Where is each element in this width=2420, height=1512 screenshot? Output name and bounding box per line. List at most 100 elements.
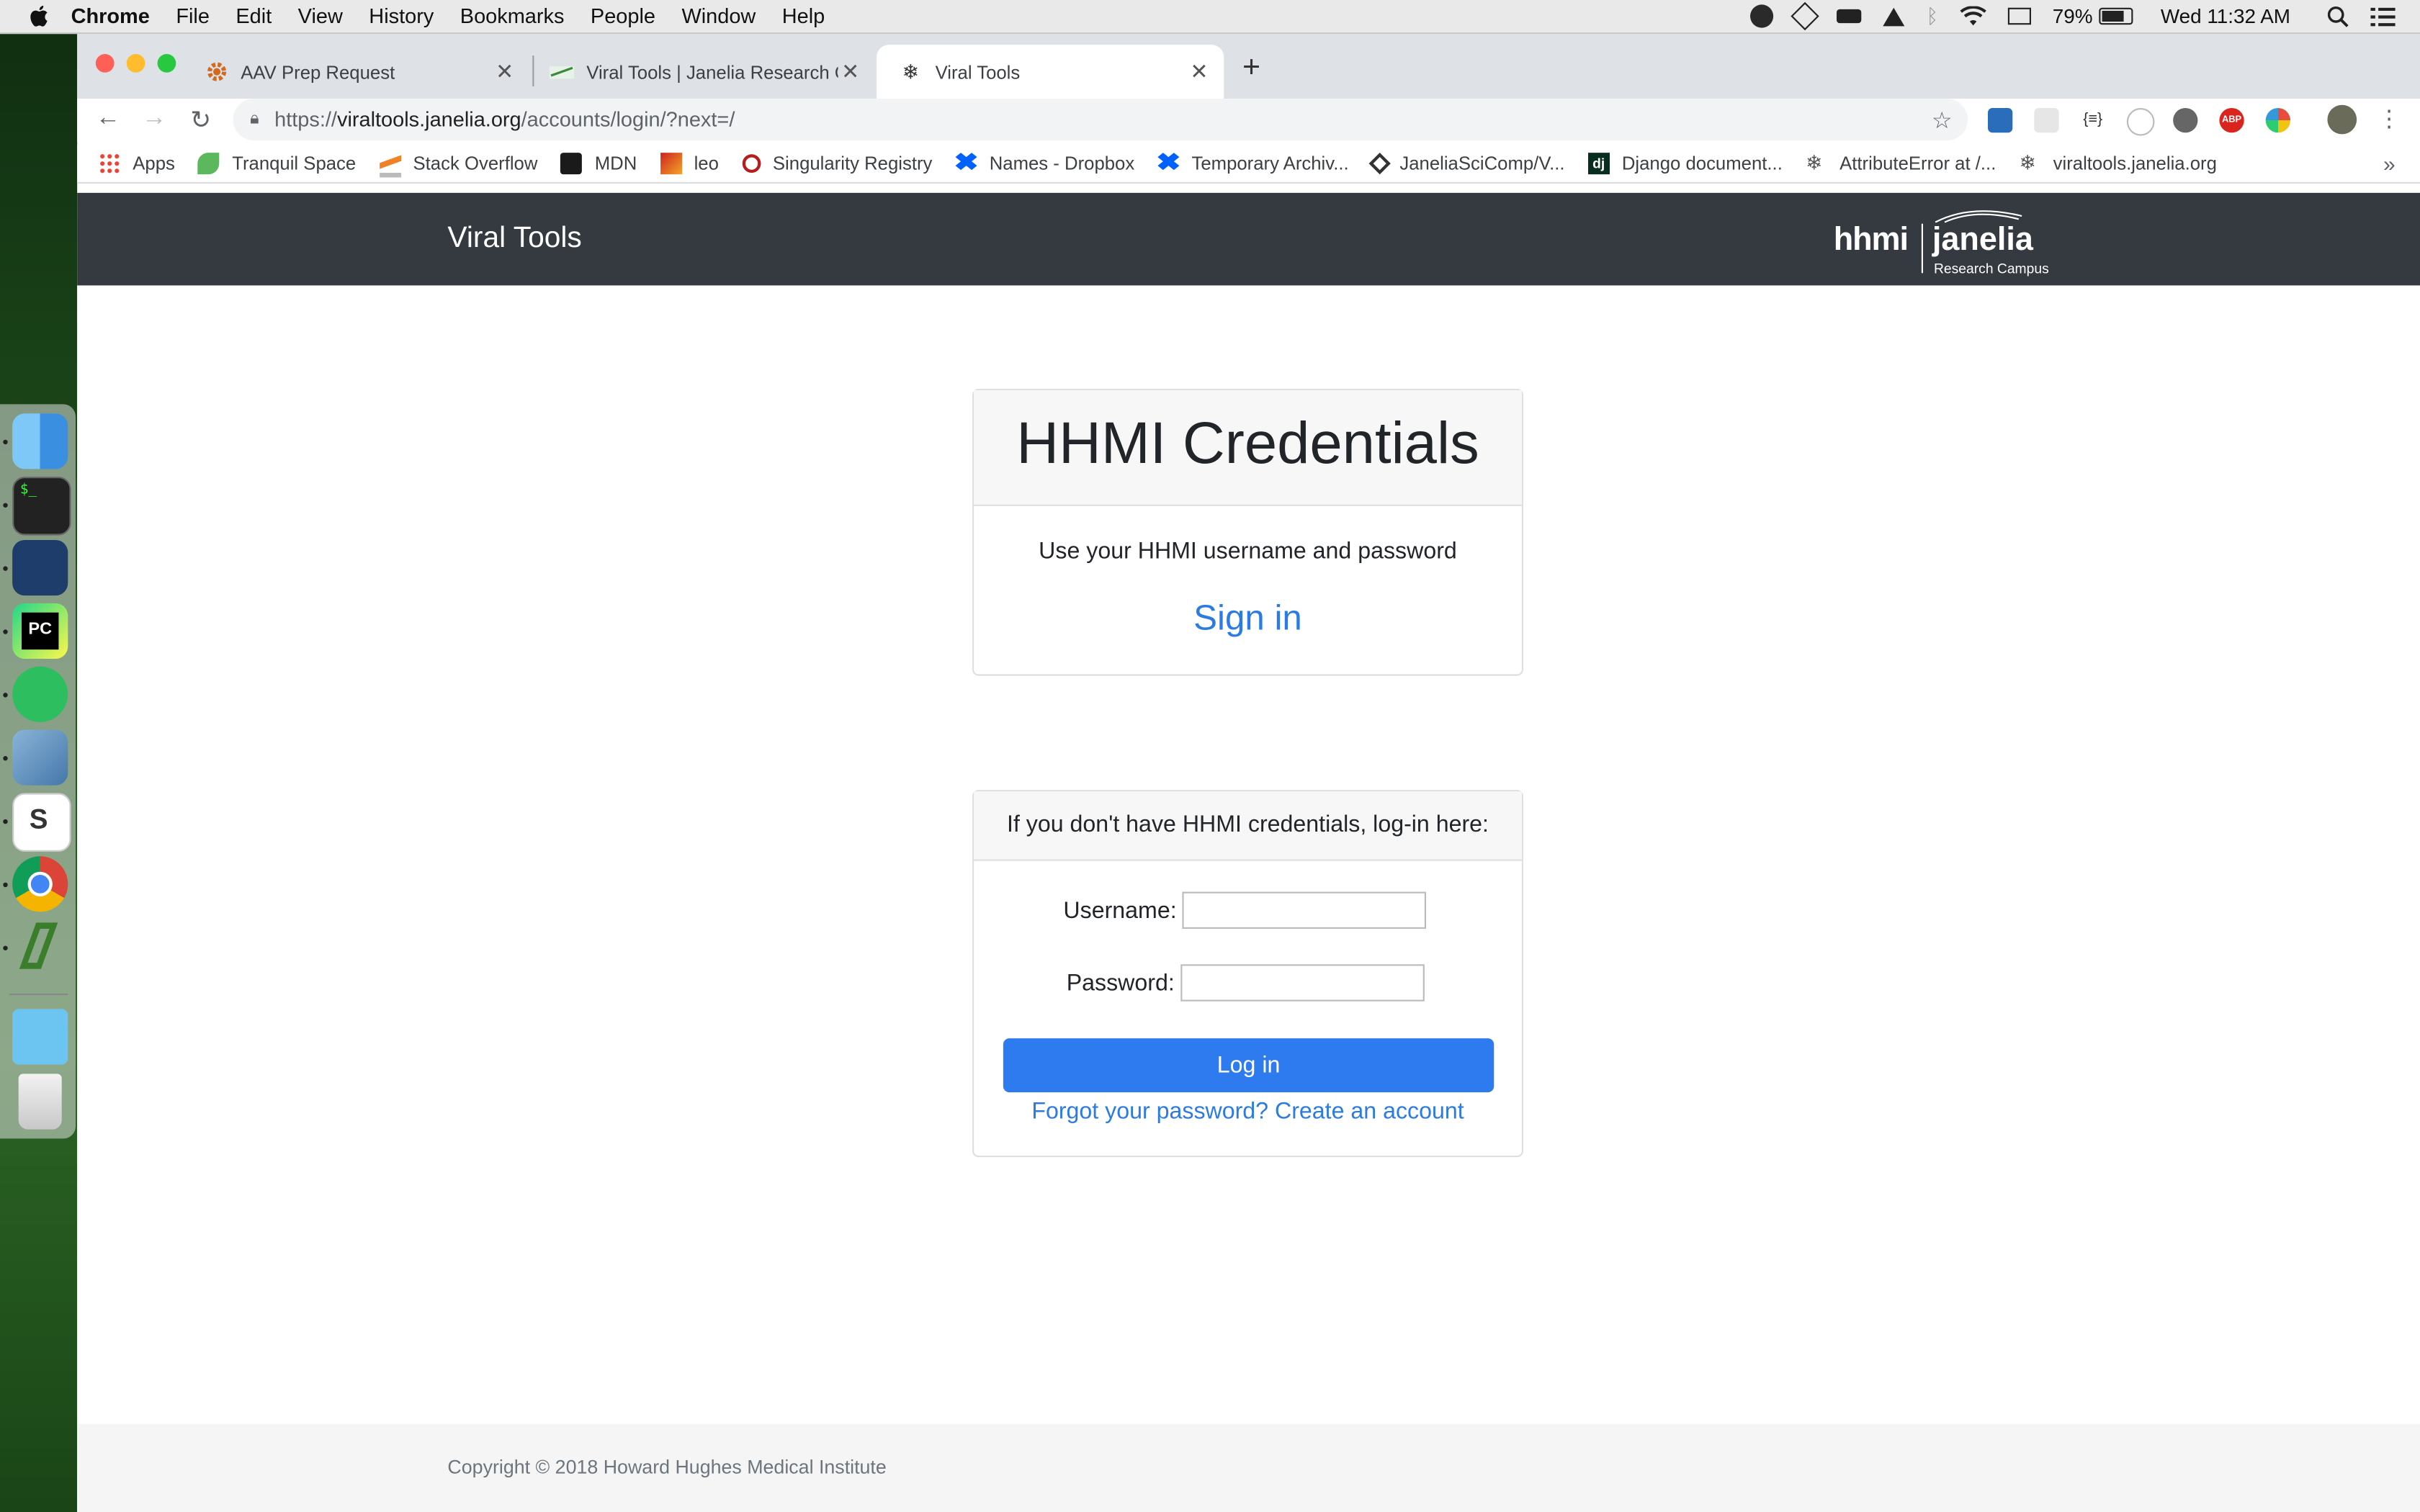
- mysql-workbench-icon[interactable]: [12, 540, 68, 596]
- adblock-plus-icon[interactable]: ABP: [2219, 108, 2244, 133]
- logo-hhmi-text: hhmi: [1833, 222, 1909, 258]
- password-label: Password:: [1066, 969, 1175, 996]
- url-host: viraltools.janelia.org: [336, 108, 521, 132]
- airplay-icon[interactable]: [2007, 7, 2031, 25]
- menu-people[interactable]: People: [591, 4, 655, 27]
- sign-in-link[interactable]: Sign in: [974, 597, 1522, 639]
- close-tab-icon[interactable]: ✕: [838, 58, 863, 84]
- menu-bookmarks[interactable]: Bookmarks: [460, 4, 565, 27]
- wifi-icon[interactable]: [1960, 6, 1986, 27]
- chrome-icon[interactable]: [12, 856, 68, 912]
- notification-center-icon[interactable]: [2370, 6, 2396, 26]
- username-input[interactable]: [1183, 891, 1427, 929]
- menu-view[interactable]: View: [298, 4, 343, 27]
- menubar-status-area: ᛒ 79% Wed 11:32 AM: [1750, 0, 2420, 32]
- bookmark-tranquil-space[interactable]: Tranquil Space: [198, 153, 356, 175]
- bookmark-mdn[interactable]: MDN: [560, 153, 637, 175]
- bookmark-label: Django document...: [1621, 153, 1783, 175]
- battery-icon[interactable]: [2099, 7, 2133, 25]
- log-in-button[interactable]: Log in: [1003, 1038, 1494, 1093]
- menu-app-name[interactable]: Chrome: [71, 4, 150, 27]
- battery-percent[interactable]: 79%: [2053, 4, 2093, 27]
- reload-icon[interactable]: ↻: [185, 105, 216, 136]
- upload-icon[interactable]: [1883, 6, 1905, 26]
- close-window-button[interactable]: [95, 54, 115, 73]
- maximize-window-button[interactable]: [157, 54, 176, 73]
- bookmarks-bar: Apps Tranquil Space Stack Overflow MDN l…: [77, 145, 2420, 184]
- dock-running-indicator: [3, 819, 8, 824]
- new-tab-button[interactable]: +: [1242, 51, 1260, 86]
- card-description: Use your HHMI username and password: [1039, 538, 1457, 565]
- extension-circle-icon[interactable]: [2173, 108, 2198, 133]
- profile-avatar[interactable]: [2327, 104, 2357, 135]
- cube-icon[interactable]: [1791, 1, 1819, 31]
- menu-history[interactable]: History: [369, 4, 434, 27]
- menu-help[interactable]: Help: [782, 4, 825, 27]
- docker-icon[interactable]: [1837, 9, 1862, 24]
- more-menu-icon[interactable]: ⋮: [2374, 105, 2405, 132]
- site-brand[interactable]: Viral Tools: [447, 222, 581, 256]
- tab-aav-prep-request[interactable]: AAV Prep Request ✕: [182, 45, 529, 99]
- dock-running-indicator: [3, 756, 8, 761]
- password-input[interactable]: [1180, 964, 1425, 1002]
- bookmark-viraltools[interactable]: ❄ viraltools.janelia.org: [2019, 152, 2216, 174]
- extension-lastpass-icon[interactable]: [1988, 108, 2013, 133]
- lock-icon[interactable]: 🔒︎: [250, 109, 259, 130]
- dock-divider: [9, 994, 68, 996]
- dock-running-indicator: [3, 945, 8, 950]
- bookmark-temporary-archive[interactable]: Temporary Archiv...: [1157, 153, 1349, 174]
- snowflake-icon: ❄: [1805, 151, 1823, 175]
- trash-icon[interactable]: [18, 1074, 62, 1130]
- create-account-link[interactable]: Create an account: [1275, 1099, 1464, 1125]
- bookmark-apps[interactable]: Apps: [99, 153, 175, 175]
- extension-palette-icon[interactable]: [2265, 108, 2290, 133]
- spotlight-search-icon[interactable]: [2327, 5, 2349, 27]
- menu-window[interactable]: Window: [681, 4, 756, 27]
- gear-icon: [204, 60, 228, 84]
- bookmark-leo[interactable]: leo: [660, 153, 719, 175]
- bookmark-star-icon[interactable]: ☆: [1932, 107, 1953, 134]
- dock-running-indicator: [3, 503, 8, 508]
- sourcetree-icon[interactable]: [12, 919, 68, 975]
- downloads-folder-icon[interactable]: [12, 1009, 68, 1065]
- site-navbar: Viral Tools hhmi janelia Research Campus: [77, 192, 2420, 286]
- bookmark-names-dropbox[interactable]: Names - Dropbox: [955, 153, 1134, 174]
- mail-icon[interactable]: [12, 729, 68, 786]
- evernote-icon[interactable]: [12, 666, 68, 722]
- finder-icon[interactable]: [12, 413, 68, 469]
- tab-viral-tools-active[interactable]: ❄ Viral Tools ✕: [877, 45, 1224, 99]
- app-status-icon[interactable]: [1750, 4, 1774, 28]
- minimize-window-button[interactable]: [126, 54, 145, 73]
- apple-logo-icon[interactable]: [28, 4, 50, 27]
- menubar-clock[interactable]: Wed 11:32 AM: [2161, 4, 2290, 27]
- tab-viral-tools-janelia[interactable]: Viral Tools | Janelia Research C ✕: [528, 45, 875, 99]
- bookmark-label: Apps: [133, 153, 175, 175]
- address-bar[interactable]: 🔒︎ https://viraltools.janelia.org/accoun…: [233, 99, 1968, 140]
- bluetooth-icon[interactable]: ᛒ: [1926, 4, 1938, 27]
- menu-edit[interactable]: Edit: [236, 4, 272, 27]
- forgot-password-link[interactable]: Forgot your password?: [1031, 1099, 1268, 1125]
- forward-arrow-icon[interactable]: →: [139, 105, 170, 133]
- close-tab-icon[interactable]: ✕: [493, 58, 517, 84]
- slack-icon[interactable]: S: [12, 793, 71, 852]
- terminal-icon[interactable]: $_: [12, 477, 71, 536]
- extension-grid-icon[interactable]: [2034, 108, 2059, 133]
- menu-file[interactable]: File: [176, 4, 210, 27]
- bookmark-stack-overflow[interactable]: Stack Overflow: [379, 150, 537, 177]
- bookmarks-overflow-icon[interactable]: »: [2383, 151, 2396, 176]
- bookmark-singularity-registry[interactable]: Singularity Registry: [742, 153, 932, 174]
- pycharm-icon[interactable]: PC: [12, 603, 68, 659]
- logo-divider: [1921, 223, 1923, 274]
- account-links: Forgot your password? Create an account: [974, 1099, 1522, 1125]
- logo-subtitle: Research Campus: [1934, 261, 2049, 276]
- card-title: HHMI Credentials: [1016, 412, 1479, 477]
- close-tab-icon[interactable]: ✕: [1187, 58, 1211, 84]
- bookmark-attributeerror[interactable]: ❄ AttributeError at /...: [1805, 151, 1996, 175]
- logo-janelia-text: janelia: [1932, 222, 2033, 258]
- bookmark-janeliascicomp[interactable]: JaneliaSciComp/V...: [1368, 152, 1565, 175]
- bookmark-django-docs[interactable]: dj Django document...: [1587, 153, 1783, 175]
- extension-json-icon[interactable]: {≡}: [2081, 108, 2105, 132]
- extension-timer-icon[interactable]: [2126, 108, 2155, 136]
- back-arrow-icon[interactable]: ←: [93, 105, 124, 133]
- card-header: HHMI Credentials: [974, 390, 1522, 506]
